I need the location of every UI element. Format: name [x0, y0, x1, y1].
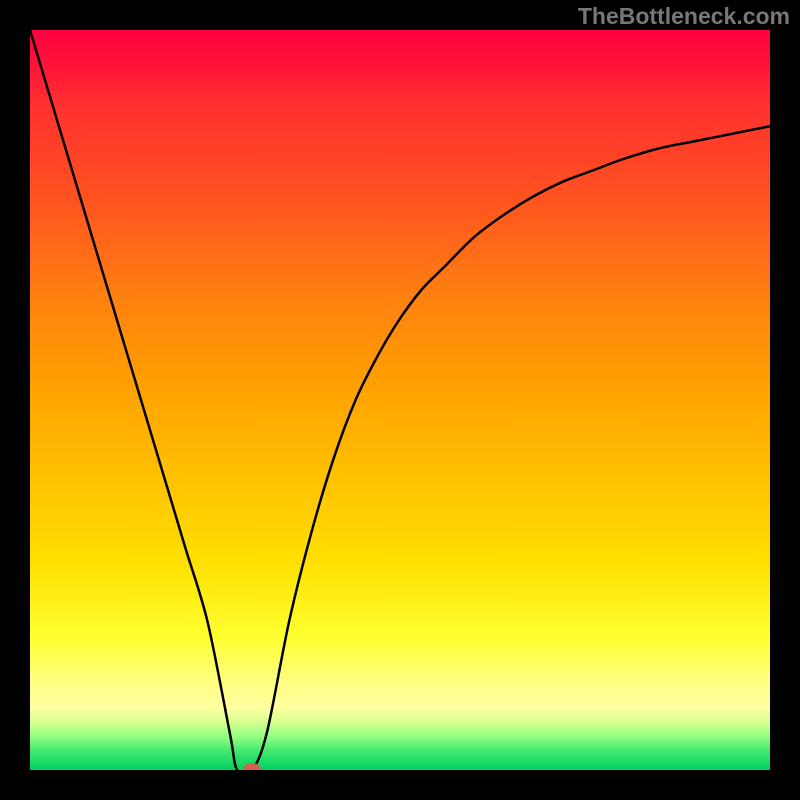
attribution-label: TheBottleneck.com — [578, 3, 790, 30]
chart-container: TheBottleneck.com — [0, 0, 800, 800]
chart-svg — [30, 30, 770, 770]
optimum-marker — [243, 763, 261, 770]
bottleneck-curve — [30, 30, 770, 770]
plot-area — [30, 30, 770, 770]
